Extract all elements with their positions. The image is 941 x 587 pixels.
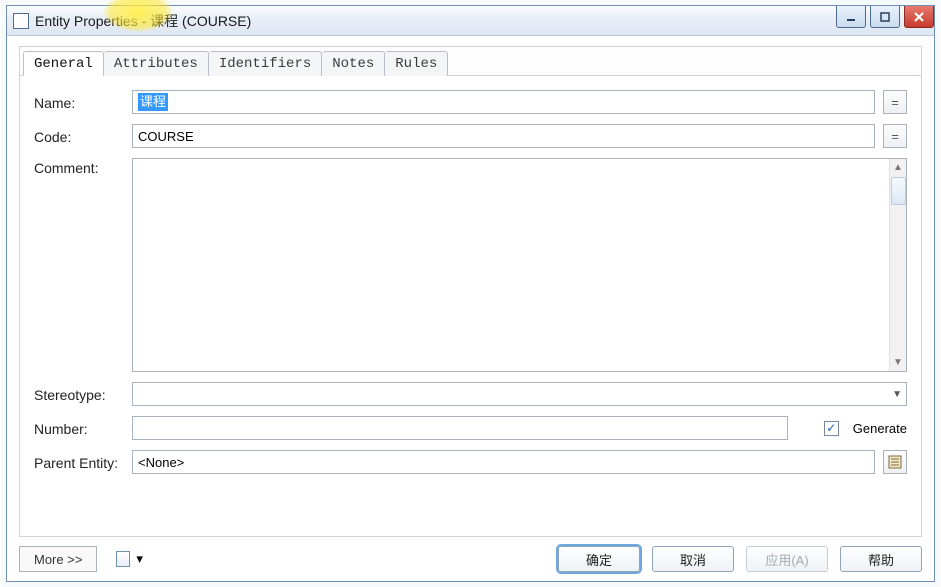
ok-button[interactable]: 确定 — [558, 546, 640, 572]
row-number: Number: ✓ Generate — [34, 416, 907, 440]
name-equals-button[interactable]: = — [883, 90, 907, 114]
app-icon — [13, 13, 29, 29]
parent-entity-input[interactable] — [132, 450, 875, 474]
field-comment: ▲ ▼ — [132, 158, 907, 372]
tab-general[interactable]: General — [23, 51, 104, 76]
code-equals-button[interactable]: = — [883, 124, 907, 148]
close-button[interactable] — [904, 6, 934, 28]
cancel-button[interactable]: 取消 — [652, 546, 734, 572]
maximize-icon — [879, 11, 891, 23]
field-parent-entity — [132, 450, 907, 474]
equals-icon: = — [891, 95, 899, 110]
window-buttons — [832, 6, 934, 28]
apply-button[interactable]: 应用(A) — [746, 546, 828, 572]
minimize-button[interactable] — [836, 6, 866, 28]
close-icon — [913, 11, 925, 23]
content-frame: General Attributes Identifiers Notes Rul… — [19, 46, 922, 537]
row-code: Code: = — [34, 124, 907, 148]
document-icon — [116, 551, 130, 567]
check-icon: ✓ — [826, 422, 836, 434]
tab-identifiers[interactable]: Identifiers — [209, 51, 322, 76]
footer-left: More >> ▾ — [19, 546, 152, 572]
label-number: Number: — [34, 419, 132, 437]
label-name: Name: — [34, 93, 132, 111]
code-input[interactable] — [132, 124, 875, 148]
name-selected-text: 课程 — [138, 93, 168, 111]
window-title: Entity Properties - 课程 (COURSE) — [35, 11, 251, 31]
parent-entity-browse-button[interactable] — [883, 450, 907, 474]
scroll-thumb[interactable] — [891, 177, 906, 205]
row-parent-entity: Parent Entity: — [34, 450, 907, 474]
tab-body-general: Name: 课程 = Code: = — [20, 76, 921, 494]
label-code: Code: — [34, 127, 132, 145]
stereotype-combo[interactable]: ▼ — [132, 382, 907, 406]
tab-attributes[interactable]: Attributes — [104, 51, 209, 76]
chevron-down-icon: ▾ — [136, 551, 143, 567]
tab-strip: General Attributes Identifiers Notes Rul… — [20, 47, 921, 76]
field-number: ✓ Generate — [132, 416, 907, 440]
label-comment: Comment: — [34, 158, 132, 176]
doc-menu-button[interactable]: ▾ — [107, 546, 152, 572]
field-code: = — [132, 124, 907, 148]
help-button[interactable]: 帮助 — [840, 546, 922, 572]
generate-checkbox[interactable]: ✓ — [824, 421, 839, 436]
number-input[interactable] — [132, 416, 788, 440]
more-button[interactable]: More >> — [19, 546, 97, 572]
equals-icon: = — [891, 129, 899, 144]
dialog-window: Entity Properties - 课程 (COURSE) General … — [6, 5, 935, 582]
footer-right: 确定 取消 应用(A) 帮助 — [558, 546, 922, 572]
label-generate: Generate — [853, 421, 907, 436]
row-comment: Comment: ▲ ▼ — [34, 158, 907, 372]
tab-notes[interactable]: Notes — [322, 51, 385, 76]
minimize-icon — [845, 11, 857, 23]
dialog-footer: More >> ▾ 确定 取消 应用(A) 帮助 — [19, 543, 922, 575]
comment-scrollbar[interactable]: ▲ ▼ — [889, 159, 906, 371]
label-parent-entity: Parent Entity: — [34, 453, 132, 471]
chevron-down-icon: ▼ — [892, 389, 902, 400]
row-stereotype: Stereotype: ▼ — [34, 382, 907, 406]
comment-textarea[interactable]: ▲ ▼ — [132, 158, 907, 372]
tab-rules[interactable]: Rules — [385, 51, 448, 76]
titlebar: Entity Properties - 课程 (COURSE) — [7, 6, 934, 36]
field-name: 课程 = — [132, 90, 907, 114]
scroll-up-icon[interactable]: ▲ — [890, 159, 907, 176]
name-input[interactable]: 课程 — [132, 90, 875, 114]
scroll-down-icon[interactable]: ▼ — [890, 354, 907, 371]
field-stereotype: ▼ — [132, 382, 907, 406]
properties-icon — [888, 455, 902, 469]
label-stereotype: Stereotype: — [34, 385, 132, 403]
row-name: Name: 课程 = — [34, 90, 907, 114]
maximize-button[interactable] — [870, 6, 900, 28]
